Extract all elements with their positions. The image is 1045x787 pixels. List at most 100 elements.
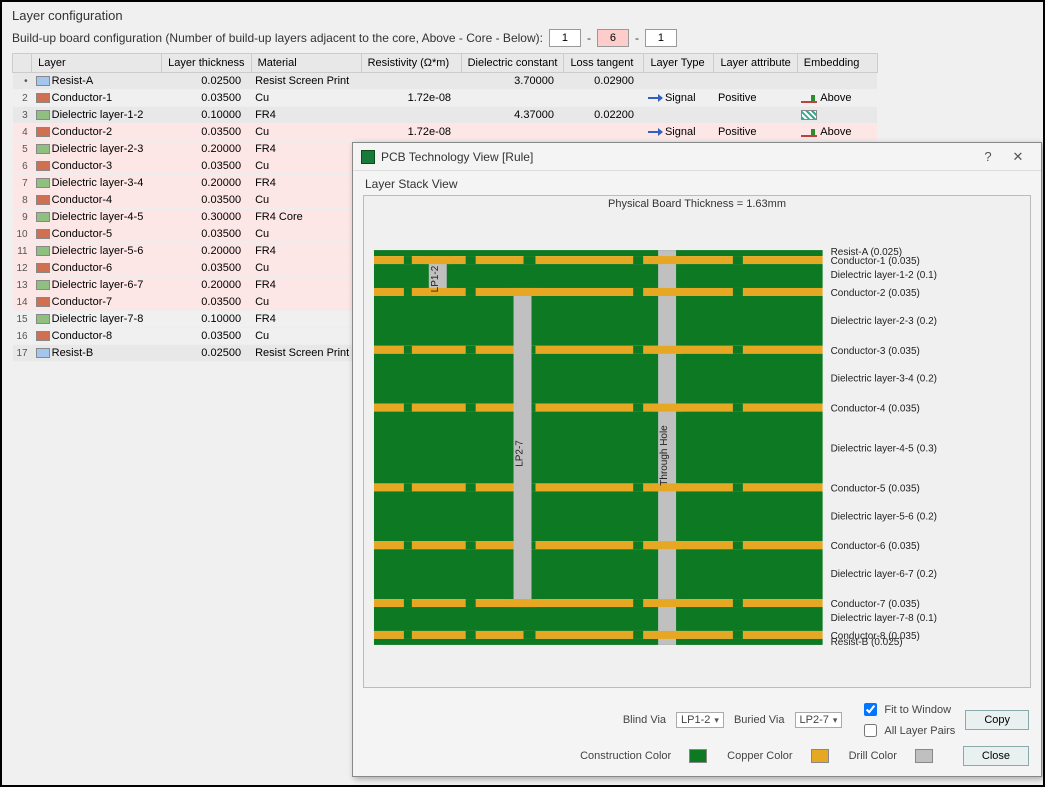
type-cell[interactable] bbox=[644, 73, 714, 90]
thickness-cell[interactable]: 0.10000 bbox=[162, 107, 251, 124]
close-button[interactable]: Close bbox=[963, 746, 1029, 766]
attribute-cell[interactable]: Positive bbox=[714, 124, 797, 141]
material-cell[interactable]: Cu bbox=[251, 192, 361, 209]
thickness-cell[interactable]: 0.03500 bbox=[162, 328, 251, 345]
layer-name-cell[interactable]: Dielectric layer-7-8 bbox=[32, 311, 162, 328]
table-row[interactable]: 3Dielectric layer-1-20.10000FR44.370000.… bbox=[13, 107, 878, 124]
loss-cell[interactable] bbox=[564, 124, 644, 141]
material-cell[interactable]: Cu bbox=[251, 90, 361, 107]
thickness-cell[interactable]: 0.30000 bbox=[162, 209, 251, 226]
material-cell[interactable]: FR4 bbox=[251, 141, 361, 158]
col-loss[interactable]: Loss tangent bbox=[564, 54, 644, 73]
thickness-cell[interactable]: 0.10000 bbox=[162, 311, 251, 328]
layer-name-cell[interactable]: Conductor-7 bbox=[32, 294, 162, 311]
thickness-cell[interactable]: 0.20000 bbox=[162, 277, 251, 294]
buried-via-dropdown[interactable]: LP2-7▾ bbox=[795, 712, 843, 728]
resistivity-cell[interactable]: 1.72e-08 bbox=[361, 124, 461, 141]
thickness-cell[interactable]: 0.03500 bbox=[162, 294, 251, 311]
layer-name-cell[interactable]: Conductor-4 bbox=[32, 192, 162, 209]
col-resistivity[interactable]: Resistivity (Ω*m) bbox=[361, 54, 461, 73]
help-button[interactable]: ? bbox=[973, 149, 1003, 164]
thickness-cell[interactable]: 0.03500 bbox=[162, 90, 251, 107]
material-cell[interactable]: FR4 bbox=[251, 243, 361, 260]
copper-color-swatch[interactable] bbox=[811, 749, 829, 763]
dielectric-cell[interactable] bbox=[461, 90, 564, 107]
layer-name-cell[interactable]: Dielectric layer-4-5 bbox=[32, 209, 162, 226]
loss-cell[interactable]: 0.02900 bbox=[564, 73, 644, 90]
thickness-cell[interactable]: 0.03500 bbox=[162, 124, 251, 141]
material-cell[interactable]: FR4 bbox=[251, 311, 361, 328]
layer-stack-view[interactable]: Physical Board Thickness = 1.63mm Resist… bbox=[363, 195, 1031, 688]
col-dielectric[interactable]: Dielectric constant bbox=[461, 54, 564, 73]
table-row[interactable]: •Resist-A0.02500Resist Screen Print3.700… bbox=[13, 73, 878, 90]
material-cell[interactable]: Cu bbox=[251, 226, 361, 243]
layer-name-cell[interactable]: Conductor-8 bbox=[32, 328, 162, 345]
core-input[interactable] bbox=[597, 29, 629, 47]
dielectric-cell[interactable]: 4.37000 bbox=[461, 107, 564, 124]
layer-name-cell[interactable]: Dielectric layer-5-6 bbox=[32, 243, 162, 260]
thickness-cell[interactable]: 0.03500 bbox=[162, 192, 251, 209]
blind-via-dropdown[interactable]: LP1-2▾ bbox=[676, 712, 724, 728]
layer-name-cell[interactable]: Resist-B bbox=[32, 345, 162, 362]
thickness-cell[interactable]: 0.03500 bbox=[162, 226, 251, 243]
material-cell[interactable]: Resist Screen Print bbox=[251, 345, 361, 362]
col-embedding[interactable]: Embedding bbox=[797, 54, 877, 73]
material-cell[interactable]: Cu bbox=[251, 328, 361, 345]
fit-to-window-checkbox[interactable]: Fit to Window bbox=[860, 700, 955, 719]
thickness-cell[interactable]: 0.20000 bbox=[162, 141, 251, 158]
above-input[interactable] bbox=[549, 29, 581, 47]
material-cell[interactable]: FR4 bbox=[251, 175, 361, 192]
resistivity-cell[interactable] bbox=[361, 73, 461, 90]
loss-cell[interactable] bbox=[564, 90, 644, 107]
embedding-cell[interactable] bbox=[797, 107, 877, 124]
col-material[interactable]: Material bbox=[251, 54, 361, 73]
table-row[interactable]: 2Conductor-10.03500Cu1.72e-08SignalPosit… bbox=[13, 90, 878, 107]
embedding-cell[interactable] bbox=[797, 73, 877, 90]
dielectric-cell[interactable] bbox=[461, 124, 564, 141]
thickness-cell[interactable]: 0.20000 bbox=[162, 243, 251, 260]
layer-name-cell[interactable]: Resist-A bbox=[32, 73, 162, 90]
col-type[interactable]: Layer Type bbox=[644, 54, 714, 73]
attribute-cell[interactable] bbox=[714, 73, 797, 90]
dielectric-cell[interactable]: 3.70000 bbox=[461, 73, 564, 90]
attribute-cell[interactable]: Positive bbox=[714, 90, 797, 107]
layer-name-cell[interactable]: Dielectric layer-1-2 bbox=[32, 107, 162, 124]
layer-name-cell[interactable]: Conductor-1 bbox=[32, 90, 162, 107]
drill-color-swatch[interactable] bbox=[915, 749, 933, 763]
layer-name-cell[interactable]: Dielectric layer-2-3 bbox=[32, 141, 162, 158]
material-cell[interactable]: Cu bbox=[251, 124, 361, 141]
attribute-cell[interactable] bbox=[714, 107, 797, 124]
resistivity-cell[interactable]: 1.72e-08 bbox=[361, 90, 461, 107]
close-window-button[interactable]: ✕ bbox=[1003, 149, 1033, 165]
type-cell[interactable]: Signal bbox=[644, 124, 714, 141]
layer-name-cell[interactable]: Conductor-2 bbox=[32, 124, 162, 141]
copy-button[interactable]: Copy bbox=[965, 710, 1029, 730]
thickness-cell[interactable]: 0.02500 bbox=[162, 73, 251, 90]
col-thickness[interactable]: Layer thickness bbox=[162, 54, 251, 73]
loss-cell[interactable]: 0.02200 bbox=[564, 107, 644, 124]
type-cell[interactable]: Signal bbox=[644, 90, 714, 107]
col-layer[interactable]: Layer bbox=[32, 54, 162, 73]
material-cell[interactable]: FR4 Core bbox=[251, 209, 361, 226]
layer-name-cell[interactable]: Conductor-5 bbox=[32, 226, 162, 243]
table-row[interactable]: 4Conductor-20.03500Cu1.72e-08SignalPosit… bbox=[13, 124, 878, 141]
col-attribute[interactable]: Layer attribute bbox=[714, 54, 797, 73]
type-cell[interactable] bbox=[644, 107, 714, 124]
material-cell[interactable]: FR4 bbox=[251, 277, 361, 294]
layer-name-cell[interactable]: Dielectric layer-6-7 bbox=[32, 277, 162, 294]
thickness-cell[interactable]: 0.03500 bbox=[162, 260, 251, 277]
embedding-cell[interactable]: Above bbox=[797, 124, 877, 141]
material-cell[interactable]: Cu bbox=[251, 294, 361, 311]
layer-name-cell[interactable]: Conductor-3 bbox=[32, 158, 162, 175]
material-cell[interactable]: Cu bbox=[251, 158, 361, 175]
material-cell[interactable]: Resist Screen Print bbox=[251, 73, 361, 90]
material-cell[interactable]: FR4 bbox=[251, 107, 361, 124]
resistivity-cell[interactable] bbox=[361, 107, 461, 124]
embedding-cell[interactable]: Above bbox=[797, 90, 877, 107]
all-layer-pairs-checkbox[interactable]: All Layer Pairs bbox=[860, 721, 955, 740]
layer-name-cell[interactable]: Conductor-6 bbox=[32, 260, 162, 277]
dialog-titlebar[interactable]: PCB Technology View [Rule] ? ✕ bbox=[353, 143, 1041, 171]
below-input[interactable] bbox=[645, 29, 677, 47]
thickness-cell[interactable]: 0.03500 bbox=[162, 158, 251, 175]
material-cell[interactable]: Cu bbox=[251, 260, 361, 277]
